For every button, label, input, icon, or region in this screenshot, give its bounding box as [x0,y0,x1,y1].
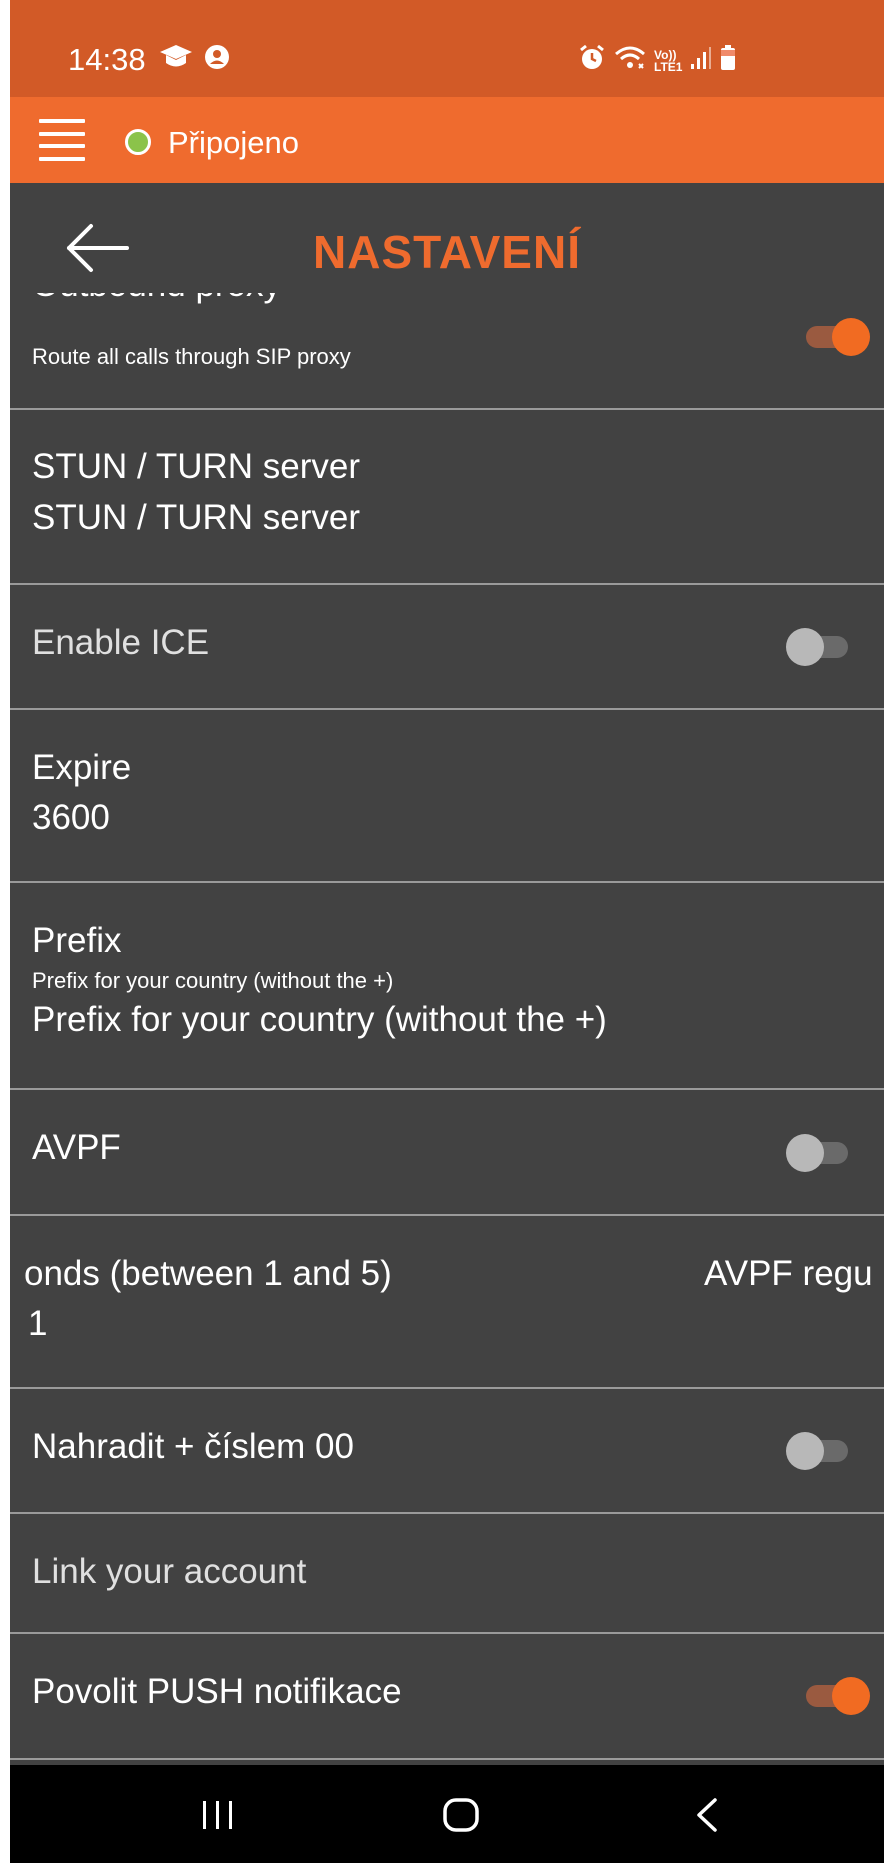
battery-icon [720,45,736,76]
setting-prefix[interactable]: Prefix Prefix for your country (without … [10,883,884,1090]
setting-subtitle: Prefix for your country (without the +) [32,968,394,993]
graduation-cap-icon [158,44,194,75]
user-circle-icon [204,44,230,75]
setting-title: AVPF [32,1128,121,1167]
setting-value: 1 [28,1304,48,1343]
setting-title-left: onds (between 1 and 5) [24,1254,392,1293]
connection-bar: Připojeno [10,97,884,183]
setting-avpf-interval[interactable]: onds (between 1 and 5) AVPF regu 1 [10,1216,884,1389]
setting-enable-ice[interactable]: Enable ICE [10,585,884,710]
setting-stun-turn[interactable]: STUN / TURN server STUN / TURN server [10,410,884,585]
settings-list[interactable]: Outbound proxy Route all calls through S… [10,293,884,1765]
back-nav-icon[interactable] [693,1797,721,1833]
system-nav-bar [10,1765,884,1863]
setting-value: 3600 [32,798,110,837]
page-header: NASTAVENÍ [10,183,884,293]
avpf-toggle[interactable] [786,1134,850,1172]
home-icon[interactable] [442,1797,480,1833]
setting-outbound-proxy[interactable]: Outbound proxy Route all calls through S… [10,293,884,410]
setting-replace-plus[interactable]: Nahradit + číslem 00 [10,1389,884,1514]
setting-title: STUN / TURN server [32,447,360,486]
setting-value: Prefix for your country (without the +) [32,1000,607,1039]
connection-status-dot [125,129,151,155]
volte-label: Vo)) [654,47,677,62]
hamburger-menu-icon[interactable] [39,119,85,161]
setting-title: Povolit PUSH notifikace [32,1672,402,1711]
status-time: 14:38 [68,42,146,77]
page-title: NASTAVENÍ [313,226,581,278]
setting-subtitle: Route all calls through SIP proxy [32,344,351,369]
alarm-icon [578,44,606,77]
setting-title: Nahradit + číslem 00 [32,1427,354,1466]
wifi-icon [614,44,646,77]
lte-label: LTE1 [654,59,683,74]
recent-apps-icon[interactable] [200,1799,236,1831]
signal-icon [690,46,712,75]
setting-title: Outbound proxy [32,293,281,305]
replace-plus-toggle[interactable] [786,1432,850,1470]
push-notifications-toggle[interactable] [798,1677,870,1715]
outbound-proxy-toggle[interactable] [798,318,870,356]
setting-title: Prefix [32,921,122,960]
status-bar: 14:38 Vo)) LTE1 [10,0,884,97]
setting-avpf[interactable]: AVPF [10,1090,884,1216]
setting-title: Expire [32,748,132,787]
setting-push-notifications[interactable]: Povolit PUSH notifikace [10,1634,884,1760]
enable-ice-toggle[interactable] [786,628,850,666]
setting-title-right: AVPF regu [704,1254,873,1293]
setting-value: STUN / TURN server [32,498,360,537]
volte-lte-icon: Vo)) LTE1 [654,49,682,73]
setting-title: Link your account [32,1552,307,1591]
app-screen: 14:38 Vo)) LTE1 Připojeno NASTAVENÍ Rout… [10,0,884,1863]
setting-title: Enable ICE [32,623,210,662]
setting-link-account[interactable]: Link your account [10,1514,884,1634]
connection-status-label: Připojeno [168,125,299,160]
setting-expire[interactable]: Expire 3600 [10,710,884,883]
